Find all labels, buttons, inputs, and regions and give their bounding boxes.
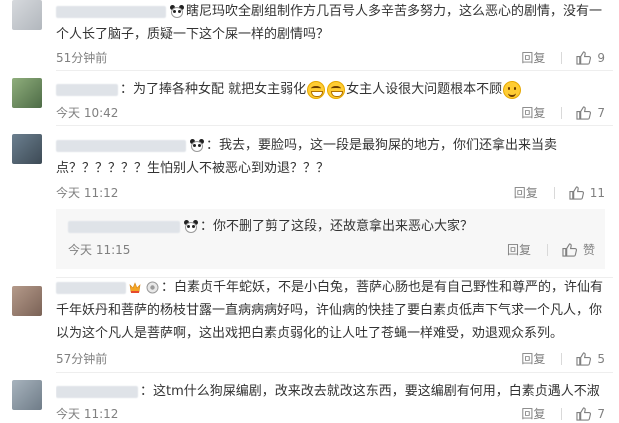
like-count: 7 (597, 406, 605, 421)
comment-actions: 回复 7 (521, 405, 605, 422)
reply-button[interactable]: 回复 (507, 241, 531, 258)
avatar[interactable] (12, 78, 42, 108)
action-separator (561, 106, 563, 119)
grinning-emoji-icon (327, 80, 346, 99)
avatar[interactable] (12, 134, 42, 164)
reply-button[interactable]: 回复 (521, 405, 545, 422)
comment-actions: 回复 9 (521, 49, 605, 66)
comment-actions: 回复 7 (521, 104, 605, 121)
action-separator (561, 51, 563, 64)
thumbs-up-icon (569, 185, 584, 200)
like-count: 11 (589, 185, 605, 200)
like-button[interactable]: 5 (576, 352, 605, 366)
comment-time: 57分钟前 (56, 352, 108, 366)
member-badge-icon (129, 282, 141, 293)
reply-button[interactable]: 回复 (514, 184, 538, 201)
username-blurred[interactable] (56, 5, 166, 18)
comment-body-cont: 女主人设很大问题根本不顾 (346, 82, 503, 97)
action-separator (561, 407, 563, 420)
panda-emoji-icon (169, 4, 185, 19)
panda-emoji-icon (183, 219, 199, 234)
like-label: 赞 (582, 243, 595, 257)
like-button[interactable]: 11 (569, 186, 605, 200)
thumbs-up-icon (562, 242, 577, 257)
grinning-emoji-icon (307, 80, 326, 99)
reply-button[interactable]: 回复 (521, 350, 545, 367)
sub-reply-body: ：你不删了剪了这段，还故意拿出来恶心大家？ (200, 219, 474, 234)
comment-body: ：为了捧各种女配 就把女主弱化 (120, 82, 307, 97)
thumbs-up-icon (576, 105, 592, 120)
username-blurred[interactable] (68, 220, 180, 233)
panda-emoji-icon (189, 138, 205, 153)
comment-text: ：这tm什么狗屎编剧，改来改去就改这东西，要这编剧有何用，白素贞遇人不淑 (56, 380, 605, 403)
sub-reply-actions: 回复 赞 (507, 241, 595, 258)
action-separator (546, 243, 548, 256)
divider (56, 125, 613, 126)
sub-reply-time: 今天 11:15 (68, 243, 131, 257)
sub-reply-box: ：你不删了剪了这段，还故意拿出来恶心大家？ 今天 11:15 回复 赞 (56, 209, 605, 269)
username-blurred[interactable] (56, 385, 138, 398)
like-button[interactable]: 赞 (562, 241, 595, 258)
comment-time: 今天 11:12 (56, 407, 119, 421)
thumbs-up-icon (576, 406, 592, 421)
comment-text: ：我去，要脸吗，这一段是最狗屎的地方，你们还拿出来当卖点？？？？？？生怕别人不被… (56, 134, 605, 180)
thumbs-up-icon (576, 351, 592, 366)
divider (56, 372, 613, 373)
avatar[interactable] (12, 0, 42, 30)
username-blurred[interactable] (56, 281, 126, 294)
reply-button[interactable]: 回复 (521, 104, 545, 121)
comment-text: ：为了捧各种女配 就把女主弱化 女主人设很大问题根本不顾 (56, 78, 605, 101)
comment-actions: 回复 11 (514, 184, 605, 201)
like-count: 7 (597, 105, 605, 120)
like-count: 5 (597, 351, 605, 366)
comment-time: 今天 11:12 (56, 186, 119, 200)
like-button[interactable]: 7 (576, 106, 605, 120)
like-button[interactable]: 9 (576, 51, 605, 65)
avatar[interactable] (12, 286, 42, 316)
comment-time: 51分钟前 (56, 51, 108, 65)
thumbs-up-icon (576, 50, 592, 65)
like-count: 9 (597, 50, 605, 65)
comment-body: ：这tm什么狗屎编剧，改来改去就改这东西，要这编剧有何用，白素贞遇人不淑 (140, 384, 600, 399)
smile-emoji-icon (503, 80, 522, 99)
comment-actions: 回复 5 (521, 350, 605, 367)
level-gem-icon (146, 281, 159, 294)
avatar[interactable] (12, 380, 42, 410)
like-button[interactable]: 7 (576, 407, 605, 421)
username-blurred[interactable] (56, 139, 186, 152)
action-separator (561, 352, 563, 365)
comment-text: 瞎尼玛吹全剧组制作方几百号人多辛苦多努力，这么恶心的剧情，没有一个人长了脑子，质… (56, 0, 605, 46)
sub-reply-text: ：你不删了剪了这段，还故意拿出来恶心大家？ (68, 217, 595, 237)
action-separator (553, 186, 555, 199)
comment-text: ：白素贞千年蛇妖，不是小白兔，菩萨心肠也是有自己野性和尊严的，许仙有千年妖丹和菩… (56, 276, 605, 345)
divider (56, 70, 613, 71)
username-blurred[interactable] (56, 83, 118, 96)
comment-time: 今天 10:42 (56, 106, 119, 120)
reply-button[interactable]: 回复 (521, 49, 545, 66)
